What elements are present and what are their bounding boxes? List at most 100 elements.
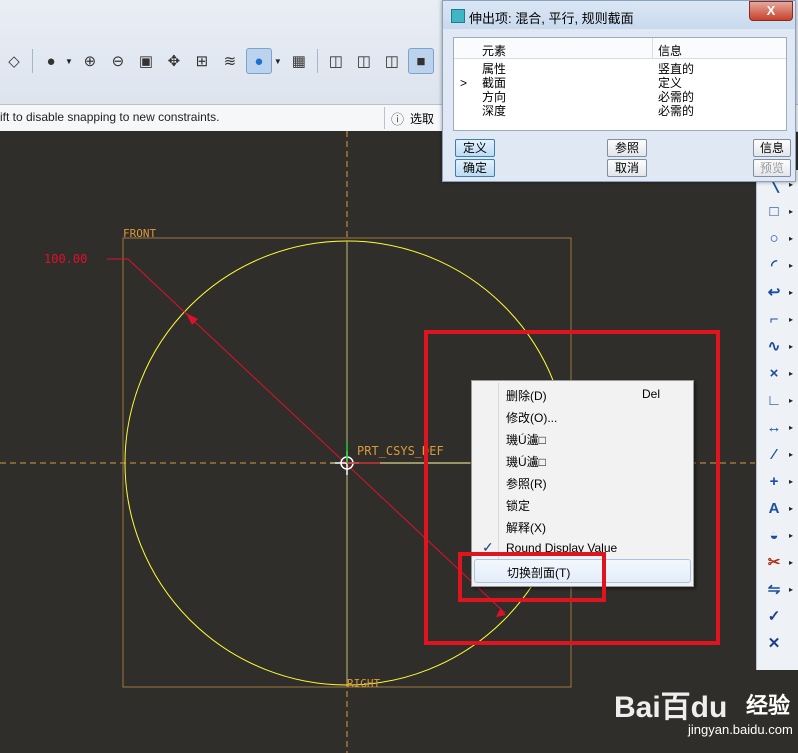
chevron-right-icon[interactable]: ▸ — [789, 315, 793, 324]
table-row[interactable]: > 截面 定义 — [454, 76, 786, 90]
fillet-icon[interactable]: ↩ — [761, 280, 787, 304]
chevron-down-icon[interactable]: ▼ — [274, 57, 282, 66]
shading-3-icon[interactable]: ◫ — [380, 49, 404, 73]
chevron-right-icon[interactable]: ▸ — [789, 450, 793, 459]
column-header-element[interactable]: 元素 — [482, 42, 506, 59]
zoom-out-icon[interactable]: ⊖ — [106, 49, 130, 73]
shading-2-icon[interactable]: ◫ — [352, 49, 376, 73]
context-menu-item[interactable]: 参照(R) — [474, 471, 689, 493]
selection-filter[interactable]: ⓘ 选取 — [384, 107, 434, 129]
baidu-watermark: Bai百du 经验 jingyan.baidu.com — [614, 680, 794, 750]
info-cell: 必需的 — [658, 90, 695, 104]
shading-1-icon[interactable]: ◫ — [324, 49, 348, 73]
refs-button[interactable]: 参照 — [607, 139, 647, 157]
info-button[interactable]: 信息 — [753, 139, 791, 157]
toolbar-divider — [32, 49, 33, 73]
toolbar-row: ◇ ● ▼ ⊕ ⊖ ▣ ✥ ⊞ ≋ ● ▼ ▦ ◫ ◫ ◫ ■ ◬ — [0, 44, 464, 78]
element-table: 元素 信息 属性 竖直的 > 截面 定义 方向 必需的 深度 必需的 — [453, 37, 787, 131]
cancel-button[interactable]: 取消 — [607, 159, 647, 177]
layers-icon[interactable]: ≋ — [218, 49, 242, 73]
chevron-right-icon[interactable]: ▸ — [789, 207, 793, 216]
refit-icon[interactable]: ▣ — [134, 49, 158, 73]
context-menu-item[interactable]: 解释(X) — [474, 515, 689, 537]
rectangle-icon[interactable]: □ — [761, 199, 787, 223]
dialog-titlebar[interactable]: 伸出项: 混合, 平行, 规则截面 X — [443, 1, 795, 29]
context-menu-item[interactable]: 璣Ú瀘□ — [474, 427, 689, 449]
close-button[interactable]: X — [749, 1, 793, 21]
row-marker: > — [460, 76, 468, 90]
shading-4-icon[interactable]: ■ — [407, 48, 434, 74]
front-label: FRONT — [123, 227, 156, 240]
chevron-right-icon[interactable]: ▸ — [789, 288, 793, 297]
jingyan-label: 经验 — [746, 693, 791, 718]
chamfer-icon[interactable]: ⌐ — [761, 307, 787, 331]
menu-item-label: 修改(O)... — [506, 411, 558, 425]
chevron-right-icon[interactable]: ▸ — [789, 585, 793, 594]
accept-icon[interactable]: ✓ — [761, 604, 787, 628]
palette-icon[interactable]: ◒ — [761, 523, 787, 547]
status-message: ift to disable snapping to new constrain… — [0, 110, 220, 124]
define-button[interactable]: 定义 — [455, 139, 495, 157]
context-menu-item[interactable]: 璣Ú瀘□ — [474, 449, 689, 471]
text-icon[interactable]: A — [761, 496, 787, 520]
context-menu-item[interactable]: 修改(O)... — [474, 405, 689, 427]
annotation-icon[interactable]: ⊞ — [190, 49, 214, 73]
element-cell: 截面 — [482, 76, 507, 90]
sketcher-toolbar: ╲ ▸ □ ▸ ○ ▸ ◜ ▸ ↩ ▸ ⌐ ▸ ∿ ▸ × ▸ ∟ ▸ ↔ ▸ ⁄ ▸ + ▸ A ▸ ◒ ▸ ✂ ▸ ⇋ ▸ ✓ ✕ — [756, 170, 798, 670]
watermark-url: jingyan.baidu.com — [688, 722, 793, 737]
info-cell: 必需的 — [658, 104, 695, 118]
info-cell: 定义 — [658, 76, 683, 90]
chevron-right-icon[interactable]: ▸ — [789, 558, 793, 567]
trim-icon[interactable]: ✂ — [761, 550, 787, 574]
menu-item-shortcut: Del — [642, 387, 661, 401]
toolbar-divider — [316, 49, 318, 73]
mirror-icon[interactable]: ⇋ — [761, 577, 787, 601]
context-menu-item[interactable]: 删除(D) Del — [474, 383, 689, 405]
point-icon[interactable]: × — [761, 361, 787, 385]
feature-dialog: 伸出项: 混合, 平行, 规则截面 X 元素 信息 属性 竖直的 > 截面 定义 方向 必需… — [442, 0, 796, 182]
view-orient-icon[interactable]: ◇ — [2, 49, 26, 73]
column-divider[interactable] — [652, 38, 653, 58]
menu-item-label: 删除(D) — [506, 389, 547, 403]
modify-icon[interactable]: ⁄ — [761, 442, 787, 466]
element-cell: 属性 — [482, 62, 507, 76]
menu-item-label: 璣Ú瀘□ — [506, 433, 546, 447]
arc-icon[interactable]: ◜ — [761, 253, 787, 277]
highlight-box-item — [458, 552, 606, 602]
chevron-right-icon[interactable]: ▸ — [789, 531, 793, 540]
chevron-right-icon[interactable]: ▸ — [789, 504, 793, 513]
chevron-right-icon[interactable]: ▸ — [789, 423, 793, 432]
filter-label: 选取 — [410, 111, 435, 126]
table-row[interactable]: 属性 竖直的 — [454, 62, 786, 76]
menu-item-label: 解释(X) — [506, 521, 546, 535]
display-style-icon[interactable]: ● — [245, 48, 272, 74]
circle-icon[interactable]: ○ — [761, 226, 787, 250]
ok-button[interactable]: 确定 — [455, 159, 495, 177]
chevron-right-icon[interactable]: ▸ — [789, 234, 793, 243]
constraint-icon[interactable]: + — [761, 469, 787, 493]
cancel-icon[interactable]: ✕ — [761, 631, 787, 655]
menu-item-label: 锁定 — [506, 499, 531, 513]
table-row[interactable]: 深度 必需的 — [454, 104, 786, 118]
coordinate-system-icon[interactable]: ∟ — [761, 388, 787, 412]
saved-views-icon[interactable]: ▦ — [287, 49, 311, 73]
baidu-logo: Bai百du — [614, 691, 728, 724]
chevron-right-icon[interactable]: ▸ — [789, 396, 793, 405]
chevron-right-icon[interactable]: ▸ — [789, 342, 793, 351]
chevron-right-icon[interactable]: ▸ — [789, 261, 793, 270]
spin-center-icon[interactable]: ✥ — [162, 49, 186, 73]
chevron-right-icon[interactable]: ▸ — [789, 477, 793, 486]
dimension-icon[interactable]: ↔ — [761, 415, 787, 439]
context-menu-item[interactable]: 锁定 — [474, 493, 689, 515]
right-label: RIGHT — [347, 677, 380, 690]
spline-icon[interactable]: ∿ — [761, 334, 787, 358]
pointer-icon: ⓘ — [391, 111, 405, 127]
chevron-right-icon[interactable]: ▸ — [789, 369, 793, 378]
dimension-value: 100.00 — [44, 252, 87, 266]
chevron-down-icon[interactable]: ▼ — [65, 57, 73, 66]
zoom-in-icon[interactable]: ⊕ — [78, 49, 102, 73]
preview-button[interactable]: 预览 — [753, 159, 791, 177]
column-header-info[interactable]: 信息 — [658, 42, 682, 59]
table-row[interactable]: 方向 必需的 — [454, 90, 786, 104]
appearance-sphere-icon[interactable]: ● — [39, 49, 63, 73]
